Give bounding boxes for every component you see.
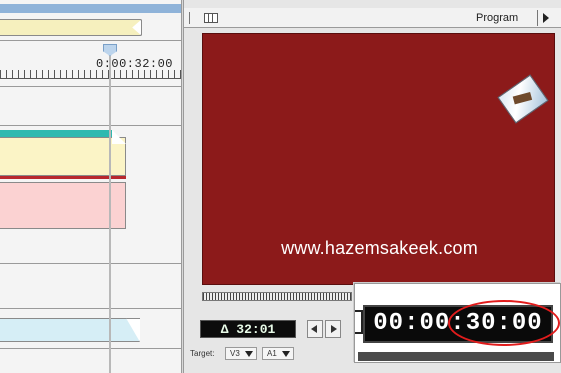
window-icon[interactable] [204, 13, 218, 23]
highlight-ellipse [448, 300, 560, 346]
step-forward-button[interactable] [325, 320, 341, 338]
monitor-video-frame: www.hazemsakeek.com [202, 33, 555, 285]
monitor-scrub-bar[interactable] [202, 292, 352, 301]
chevron-down-icon [245, 351, 253, 357]
zoom-controls-strip [358, 352, 554, 361]
overlay-logo-icon [497, 74, 549, 124]
duration-display: Δ 32:01 [200, 320, 296, 338]
target-audio-select[interactable]: A1 [262, 347, 294, 360]
timeline-panel: 0:00:32:00 [0, 0, 183, 373]
timeline-clip-video[interactable] [0, 137, 126, 176]
playhead-handle[interactable] [103, 44, 117, 56]
playhead-line [109, 56, 111, 373]
monitor-title-bar: Program [184, 8, 561, 28]
step-back-button[interactable] [307, 320, 323, 338]
target-audio-value: A1 [267, 349, 277, 358]
step-back-icon [311, 325, 317, 333]
chevron-down-icon [282, 351, 290, 357]
title-separator [189, 12, 190, 24]
track-divider [0, 40, 183, 41]
timeline-clip-top[interactable] [0, 19, 141, 36]
target-video-value: V3 [230, 349, 240, 358]
track-divider [0, 308, 183, 309]
timeline-header-bar [0, 4, 183, 13]
monitor-menu-button[interactable] [537, 10, 555, 26]
step-forward-icon [331, 325, 337, 333]
track-divider [0, 125, 183, 126]
watermark-text: www.hazemsakeek.com [281, 238, 478, 258]
monitor-title: Program [476, 12, 519, 24]
target-label: Target: [190, 349, 215, 358]
time-ruler[interactable] [0, 70, 183, 79]
duration-text: Δ 32:01 [220, 322, 276, 337]
track-divider [0, 86, 183, 87]
timeline-clip-audio[interactable] [0, 318, 140, 342]
in-point-bracket-icon [355, 310, 363, 334]
timeline-current-time: 0:00:32:00 [96, 57, 174, 71]
track-divider [0, 263, 183, 264]
target-video-select[interactable]: V3 [225, 347, 257, 360]
triangle-right-icon [543, 13, 549, 23]
clip-duration-bar [0, 176, 126, 179]
track-divider [0, 348, 183, 349]
transition-bar[interactable] [0, 130, 112, 137]
timeline-clip-still[interactable] [0, 182, 126, 229]
